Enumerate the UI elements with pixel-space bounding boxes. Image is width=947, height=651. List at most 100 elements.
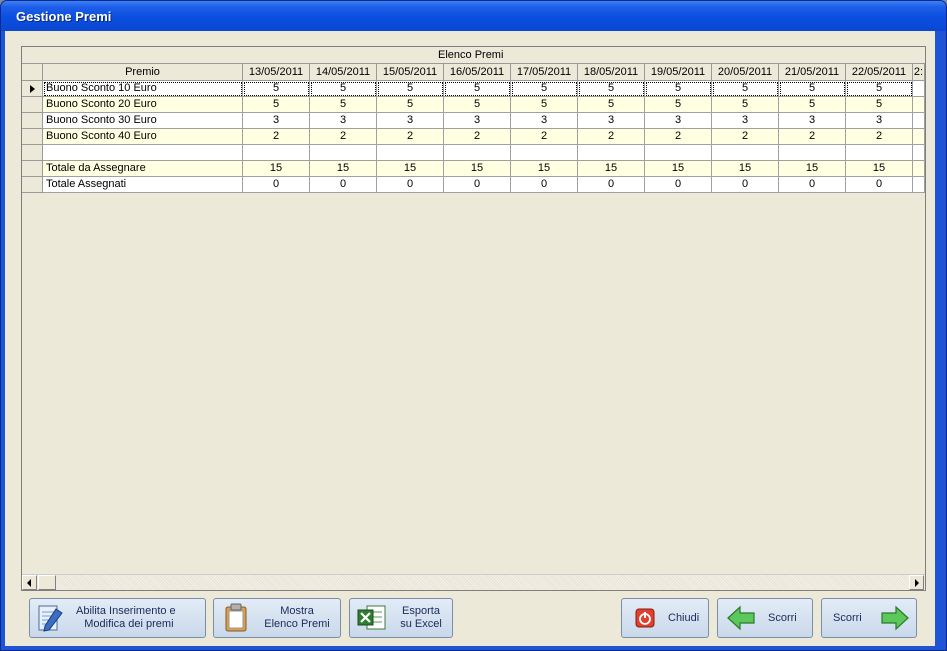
- quantity-cell[interactable]: 5: [712, 97, 779, 113]
- quantity-cell[interactable]: 3: [243, 113, 310, 129]
- quantity-cell[interactable]: 5: [846, 81, 913, 97]
- row-header[interactable]: [22, 97, 43, 113]
- export-excel-button[interactable]: Esporta su Excel: [349, 598, 453, 638]
- prize-label-cell[interactable]: Buono Sconto 10 Euro: [43, 81, 243, 97]
- column-header-date[interactable]: 20/05/2011: [712, 64, 779, 81]
- quantity-cell-partial[interactable]: [913, 81, 925, 97]
- quantity-cell[interactable]: 15: [578, 161, 645, 177]
- quantity-cell[interactable]: 3: [310, 113, 377, 129]
- quantity-cell[interactable]: 0: [846, 177, 913, 193]
- quantity-cell[interactable]: 3: [779, 113, 846, 129]
- quantity-cell[interactable]: 5: [779, 81, 846, 97]
- quantity-cell[interactable]: [846, 145, 913, 161]
- quantity-cell[interactable]: 5: [645, 81, 712, 97]
- row-header[interactable]: [22, 161, 43, 177]
- quantity-cell[interactable]: 2: [310, 129, 377, 145]
- quantity-cell[interactable]: 3: [645, 113, 712, 129]
- quantity-cell[interactable]: [511, 145, 578, 161]
- quantity-cell[interactable]: 3: [846, 113, 913, 129]
- quantity-cell-partial[interactable]: [913, 161, 925, 177]
- quantity-cell[interactable]: [243, 145, 310, 161]
- quantity-cell[interactable]: 2: [712, 129, 779, 145]
- quantity-cell[interactable]: 5: [310, 81, 377, 97]
- quantity-cell-partial[interactable]: [913, 145, 925, 161]
- prize-label-cell[interactable]: Totale da Assegnare: [43, 161, 243, 177]
- scroll-left-button[interactable]: [22, 575, 37, 590]
- quantity-cell[interactable]: 2: [846, 129, 913, 145]
- quantity-cell[interactable]: 5: [243, 81, 310, 97]
- quantity-cell[interactable]: 0: [243, 177, 310, 193]
- quantity-cell[interactable]: 5: [511, 97, 578, 113]
- scroll-right-button[interactable]: [909, 575, 924, 590]
- quantity-cell[interactable]: 2: [243, 129, 310, 145]
- quantity-cell[interactable]: 15: [712, 161, 779, 177]
- quantity-cell[interactable]: 15: [243, 161, 310, 177]
- column-header-date[interactable]: 21/05/2011: [779, 64, 846, 81]
- scroll-back-button[interactable]: Scorri: [717, 598, 813, 638]
- quantity-cell[interactable]: 15: [310, 161, 377, 177]
- column-header-date[interactable]: 13/05/2011: [243, 64, 310, 81]
- quantity-cell[interactable]: [645, 145, 712, 161]
- prize-label-cell[interactable]: [43, 145, 243, 161]
- close-button[interactable]: Chiudi: [621, 598, 709, 638]
- quantity-cell[interactable]: 15: [846, 161, 913, 177]
- quantity-cell-partial[interactable]: [913, 97, 925, 113]
- quantity-cell[interactable]: 5: [444, 97, 511, 113]
- row-header[interactable]: [22, 81, 43, 97]
- column-header-date[interactable]: 17/05/2011: [511, 64, 578, 81]
- quantity-cell[interactable]: 5: [846, 97, 913, 113]
- quantity-cell[interactable]: 0: [377, 177, 444, 193]
- row-header[interactable]: [22, 129, 43, 145]
- quantity-cell[interactable]: 3: [377, 113, 444, 129]
- quantity-cell[interactable]: 2: [779, 129, 846, 145]
- quantity-cell[interactable]: 0: [712, 177, 779, 193]
- prize-label-cell[interactable]: Buono Sconto 30 Euro: [43, 113, 243, 129]
- quantity-cell[interactable]: 5: [578, 81, 645, 97]
- quantity-cell[interactable]: 3: [712, 113, 779, 129]
- quantity-cell[interactable]: 5: [645, 97, 712, 113]
- quantity-cell[interactable]: 15: [645, 161, 712, 177]
- column-header-date[interactable]: 15/05/2011: [377, 64, 444, 81]
- prizes-grid[interactable]: Elenco Premi Premio 13/05/2011 14/05/2011 1…: [21, 46, 926, 591]
- quantity-cell-partial[interactable]: [913, 129, 925, 145]
- prize-label-cell[interactable]: Buono Sconto 20 Euro: [43, 97, 243, 113]
- row-header[interactable]: [22, 145, 43, 161]
- quantity-cell[interactable]: 5: [712, 81, 779, 97]
- quantity-cell[interactable]: 15: [377, 161, 444, 177]
- quantity-cell[interactable]: 3: [578, 113, 645, 129]
- quantity-cell[interactable]: 5: [243, 97, 310, 113]
- enable-edit-button[interactable]: Abilita Inserimento e Modifica dei premi: [29, 598, 206, 638]
- quantity-cell[interactable]: 5: [377, 81, 444, 97]
- quantity-cell[interactable]: 2: [645, 129, 712, 145]
- row-header[interactable]: [22, 113, 43, 129]
- title-bar[interactable]: Gestione Premi: [1, 1, 946, 31]
- quantity-cell[interactable]: 2: [444, 129, 511, 145]
- quantity-cell[interactable]: 5: [444, 81, 511, 97]
- quantity-cell[interactable]: 15: [511, 161, 578, 177]
- scroll-thumb[interactable]: [38, 575, 56, 590]
- column-header-date[interactable]: 19/05/2011: [645, 64, 712, 81]
- quantity-cell[interactable]: 0: [511, 177, 578, 193]
- prize-label-cell[interactable]: Buono Sconto 40 Euro: [43, 129, 243, 145]
- show-prizes-button[interactable]: Mostra Elenco Premi: [213, 598, 341, 638]
- quantity-cell[interactable]: 5: [377, 97, 444, 113]
- quantity-cell[interactable]: [712, 145, 779, 161]
- horizontal-scrollbar[interactable]: [22, 574, 925, 590]
- quantity-cell[interactable]: [377, 145, 444, 161]
- quantity-cell-partial[interactable]: [913, 177, 925, 193]
- quantity-cell[interactable]: 3: [511, 113, 578, 129]
- scroll-forward-button[interactable]: Scorri: [821, 598, 917, 638]
- quantity-cell[interactable]: 5: [578, 97, 645, 113]
- column-header-premio[interactable]: Premio: [43, 64, 243, 81]
- quantity-cell[interactable]: 0: [444, 177, 511, 193]
- column-header-date[interactable]: 14/05/2011: [310, 64, 377, 81]
- quantity-cell[interactable]: 5: [511, 81, 578, 97]
- quantity-cell[interactable]: 5: [310, 97, 377, 113]
- quantity-cell[interactable]: 0: [578, 177, 645, 193]
- quantity-cell[interactable]: [444, 145, 511, 161]
- quantity-cell[interactable]: 3: [444, 113, 511, 129]
- quantity-cell[interactable]: 2: [377, 129, 444, 145]
- quantity-cell[interactable]: 2: [511, 129, 578, 145]
- column-header-date[interactable]: 2:: [913, 64, 925, 81]
- prize-label-cell[interactable]: Totale Assegnati: [43, 177, 243, 193]
